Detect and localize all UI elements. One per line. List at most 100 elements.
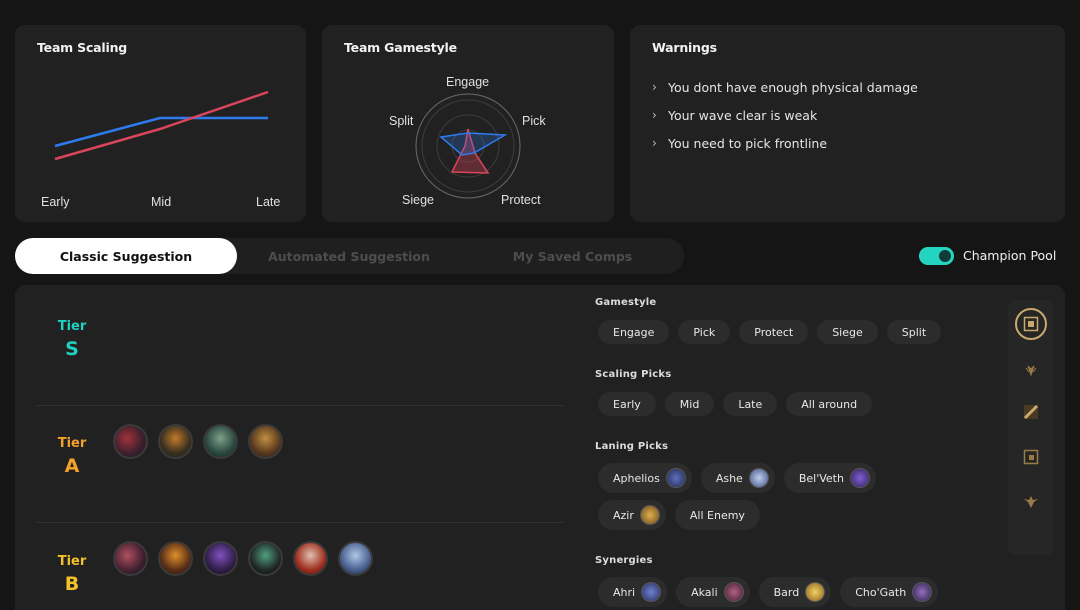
chip-aphelios[interactable]: Aphelios — [598, 463, 692, 493]
tier-word: Tier — [57, 554, 87, 569]
scaling-label-early: Early — [41, 195, 70, 209]
warnings-title: Warnings — [652, 40, 717, 55]
chip-chogath[interactable]: Cho'Gath — [840, 577, 939, 607]
chip-late[interactable]: Late — [723, 392, 778, 416]
role-selector — [1008, 300, 1054, 555]
jungle-icon — [1025, 365, 1037, 376]
warning-item: › Your wave clear is weak — [652, 107, 818, 123]
support-icon — [1024, 496, 1038, 508]
tier-a: Tier A — [42, 436, 102, 477]
tier-letter: B — [64, 573, 80, 595]
tier-s: Tier S — [42, 319, 102, 360]
champion-avatar[interactable] — [203, 424, 238, 459]
radar-label-siege: Siege — [402, 193, 434, 207]
radar-label-engage: Engage — [446, 75, 489, 89]
gamestyle-filter-chips: Engage Pick Protect Siege Split — [598, 320, 942, 344]
warnings-card: Warnings › You dont have enough physical … — [630, 25, 1065, 222]
tier-word: Tier — [57, 436, 87, 451]
divider — [36, 405, 564, 406]
tab-classic-suggestion[interactable]: Classic Suggestion — [15, 238, 237, 274]
radar-label-pick: Pick — [522, 114, 546, 128]
scaling-label-mid: Mid — [151, 195, 171, 209]
tier-a-champions — [113, 424, 283, 459]
chip-belveth[interactable]: Bel'Veth — [783, 463, 876, 493]
tier-b: Tier B — [42, 554, 102, 595]
chip-bard[interactable]: Bard — [758, 577, 832, 607]
champion-avatar — [723, 582, 744, 602]
role-mid-button[interactable] — [1015, 396, 1047, 428]
champion-avatar[interactable] — [158, 541, 193, 576]
chip-ahri[interactable]: Ahri — [598, 577, 668, 607]
role-top-button[interactable] — [1015, 308, 1047, 340]
bottom-lane-icon — [1023, 449, 1039, 465]
chip-ashe[interactable]: Ashe — [700, 463, 775, 493]
champion-pool-toggle[interactable] — [919, 247, 954, 265]
chip-azir[interactable]: Azir — [598, 500, 666, 530]
champion-avatar[interactable] — [113, 424, 148, 459]
chevron-right-icon: › — [652, 136, 657, 150]
radar-blue-shape — [439, 132, 508, 156]
champion-avatar — [748, 468, 769, 488]
mid-lane-icon — [1023, 404, 1039, 420]
scaling-filter-chips: Early Mid Late All around — [598, 392, 873, 416]
champion-pool-label: Champion Pool — [963, 248, 1057, 263]
chip-akali[interactable]: Akali — [676, 577, 750, 607]
divider — [36, 522, 564, 523]
gamestyle-radar: Engage Pick Protect Siege Split — [389, 75, 546, 207]
champion-avatar[interactable] — [293, 541, 328, 576]
red-scaling-line — [54, 90, 269, 161]
tab-automated-suggestion[interactable]: Automated Suggestion — [237, 238, 461, 274]
tab-my-saved-comps[interactable]: My Saved Comps — [461, 238, 684, 274]
role-bottom-button[interactable] — [1015, 441, 1047, 473]
laning-filter-chips-row2: Azir All Enemy — [598, 500, 760, 530]
chevron-right-icon: › — [652, 80, 657, 94]
champion-avatar — [639, 505, 660, 525]
champion-avatar[interactable] — [248, 541, 283, 576]
champion-avatar — [665, 468, 686, 488]
champion-avatar[interactable] — [338, 541, 373, 576]
chip-mid[interactable]: Mid — [664, 392, 715, 416]
champion-avatar — [805, 582, 826, 602]
champion-avatar[interactable] — [248, 424, 283, 459]
scaling-label-late: Late — [256, 195, 280, 209]
role-support-button[interactable] — [1015, 485, 1047, 517]
toggle-knob — [939, 250, 951, 262]
champion-avatar — [912, 582, 933, 602]
team-gamestyle-card: Team Gamestyle Engage Pick Protect Siege… — [322, 25, 614, 222]
warning-item: › You need to pick frontline — [652, 135, 828, 151]
tier-letter: S — [65, 338, 79, 360]
suggestion-tabs: Classic Suggestion Automated Suggestion … — [15, 238, 684, 274]
champion-avatar[interactable] — [203, 541, 238, 576]
team-scaling-card: Team Scaling Early Mid Late — [15, 25, 306, 222]
champion-avatar[interactable] — [158, 424, 193, 459]
role-jungle-button[interactable] — [1015, 352, 1047, 384]
chevron-right-icon: › — [652, 108, 657, 122]
team-scaling-chart: Early Mid Late — [41, 90, 280, 209]
synergies-filter-title: Synergies — [595, 555, 653, 566]
chip-early[interactable]: Early — [598, 392, 656, 416]
laning-filter-chips-row1: Aphelios Ashe Bel'Veth — [598, 463, 876, 493]
chip-split[interactable]: Split — [886, 320, 942, 344]
chip-all-enemy[interactable]: All Enemy — [674, 500, 760, 530]
tier-word: Tier — [57, 319, 87, 334]
warnings-list: › You dont have enough physical damage › Y… — [652, 73, 918, 157]
synergies-filter-chips: Ahri Akali Bard Cho'Gath — [598, 577, 939, 607]
top-lane-icon — [1023, 316, 1039, 332]
champion-avatar — [641, 582, 662, 602]
laning-filter-title: Laning Picks — [595, 441, 669, 452]
warning-item: › You dont have enough physical damage — [652, 79, 918, 95]
blue-scaling-line — [54, 116, 268, 148]
tier-letter: A — [64, 455, 80, 477]
gamestyle-filter-title: Gamestyle — [595, 297, 657, 308]
radar-label-split: Split — [389, 114, 414, 128]
chip-pick[interactable]: Pick — [678, 320, 731, 344]
chip-engage[interactable]: Engage — [598, 320, 670, 344]
chip-protect[interactable]: Protect — [739, 320, 809, 344]
chip-all-around[interactable]: All around — [786, 392, 873, 416]
radar-label-protect: Protect — [501, 193, 541, 207]
tier-b-champions — [113, 541, 373, 576]
champion-avatar — [849, 468, 870, 488]
scaling-filter-title: Scaling Picks — [595, 369, 672, 380]
champion-avatar[interactable] — [113, 541, 148, 576]
chip-siege[interactable]: Siege — [817, 320, 878, 344]
